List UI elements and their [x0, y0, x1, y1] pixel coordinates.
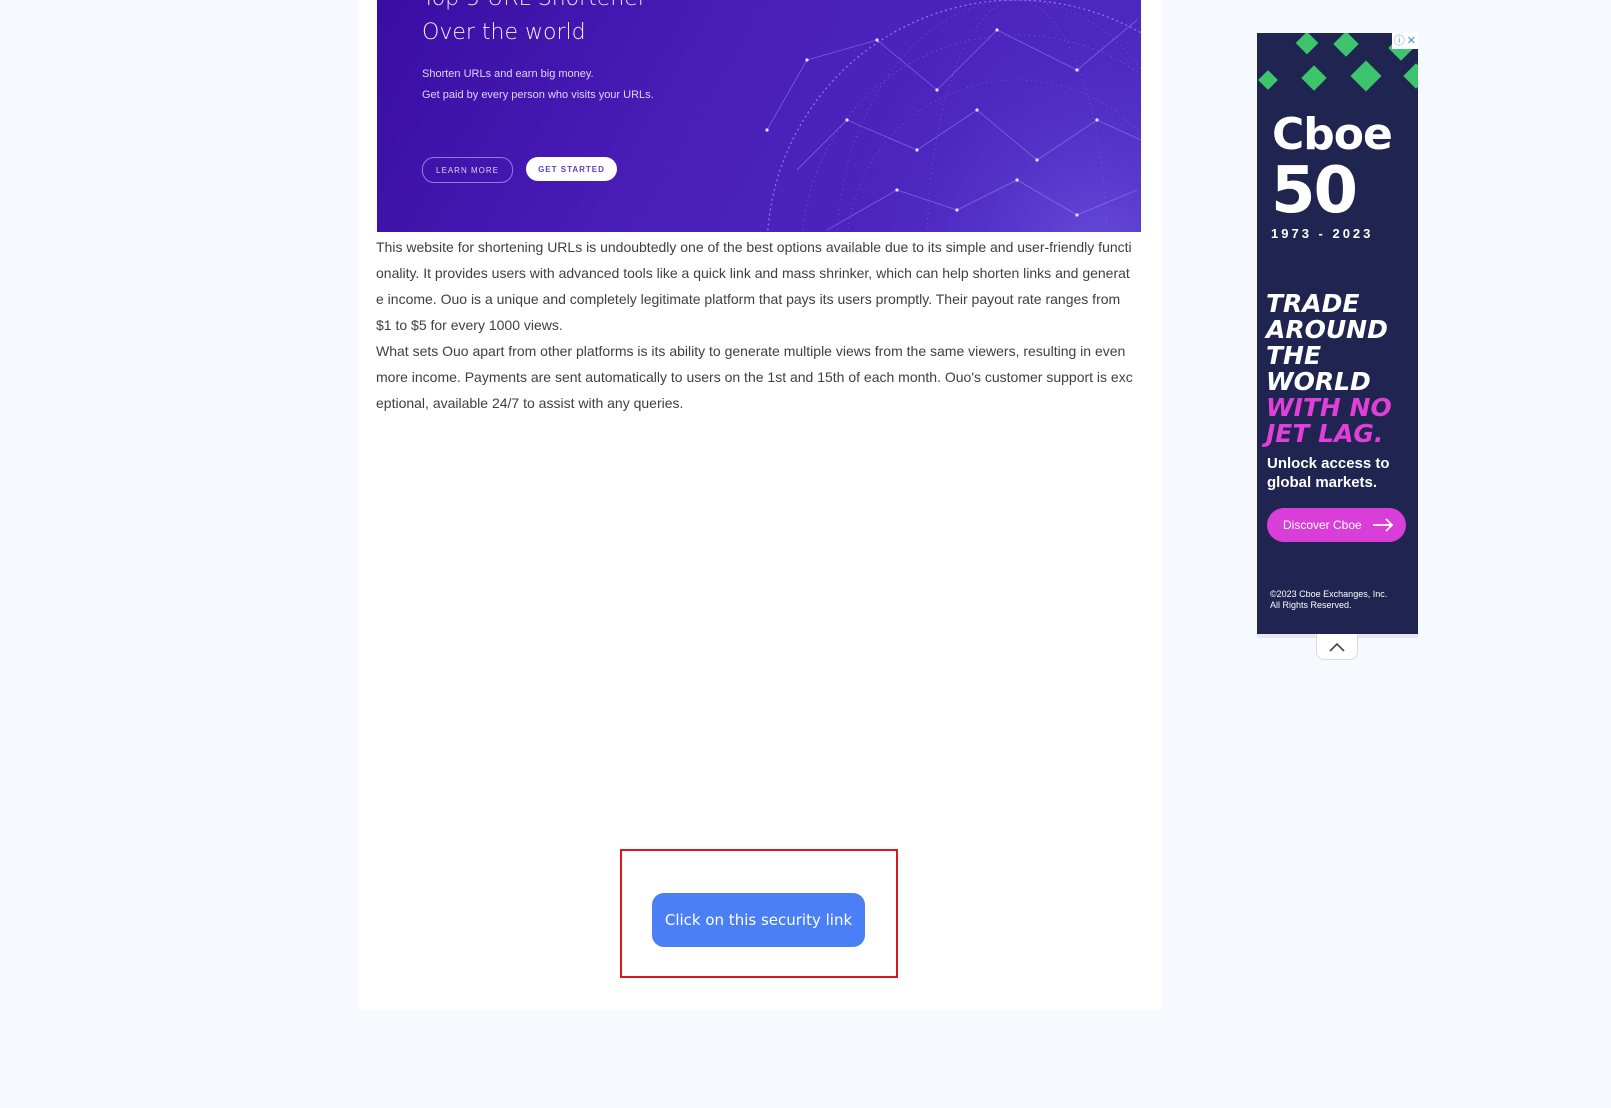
ad-banner[interactable]: ⓘ ✕ Cboe 50 1973 - 2023 TRADE AROUND THE…	[1257, 33, 1418, 634]
get-started-button[interactable]: GET STARTED	[526, 157, 617, 181]
anniversary-number: 50	[1271, 154, 1358, 228]
ad-subtext: Unlock access to global markets.	[1267, 454, 1390, 492]
hero-banner: Top 5 URL Shortener Over the world Short…	[377, 0, 1141, 232]
article-paragraph-1: This website for shortening URLs is undo…	[376, 239, 1132, 333]
anniversary-years: 1973 - 2023	[1271, 226, 1374, 241]
ad-copyright-line: All Rights Reserved.	[1270, 600, 1352, 610]
ad-collapse-toggle[interactable]	[1316, 634, 1358, 660]
ad-headline-line: THE	[1266, 341, 1322, 370]
learn-more-button[interactable]: LEARN MORE	[422, 157, 513, 183]
security-link-button[interactable]: Click on this security link	[652, 893, 865, 947]
article-paragraph-2: What sets Ouo apart from other platforms…	[376, 343, 1133, 411]
cboe-logo: Cboe	[1272, 109, 1393, 160]
discover-cboe-button[interactable]: Discover Cboe	[1267, 508, 1406, 542]
ad-subtext-line: global markets.	[1267, 474, 1378, 491]
ad-headline-line: TRADE	[1266, 289, 1360, 318]
hero-title: Over the world	[422, 20, 586, 45]
chevron-up-icon	[1329, 642, 1345, 652]
hero-subtitle-2: Get paid by every person who visits your…	[422, 89, 654, 101]
article-body: This website for shortening URLs is undo…	[376, 234, 1136, 416]
hero-title-top: Top 5 URL Shortener	[422, 0, 647, 11]
ad-badge[interactable]: ⓘ ✕	[1391, 33, 1418, 49]
ad-headline-line: WORLD	[1266, 367, 1371, 396]
ad-close-icon[interactable]: ✕	[1407, 34, 1416, 48]
ad-subtext-line: Unlock access to	[1267, 455, 1390, 472]
ad-cta-label: Discover Cboe	[1283, 518, 1362, 532]
arrow-right-icon	[1372, 518, 1393, 532]
ad-headline-line: WITH NO	[1266, 393, 1392, 422]
ad-headline-line: AROUND	[1266, 315, 1388, 344]
ad-copyright: ©2023 Cboe Exchanges, Inc. All Rights Re…	[1270, 589, 1387, 611]
ad-headline: TRADE AROUND THE WORLD WITH NO JET LAG.	[1266, 291, 1392, 447]
ad-copyright-line: ©2023 Cboe Exchanges, Inc.	[1270, 589, 1388, 599]
ad-info-icon[interactable]: ⓘ	[1394, 34, 1405, 48]
hero-subtitle-1: Shorten URLs and earn big money.	[422, 68, 594, 80]
ad-headline-line: JET LAG.	[1266, 419, 1384, 448]
